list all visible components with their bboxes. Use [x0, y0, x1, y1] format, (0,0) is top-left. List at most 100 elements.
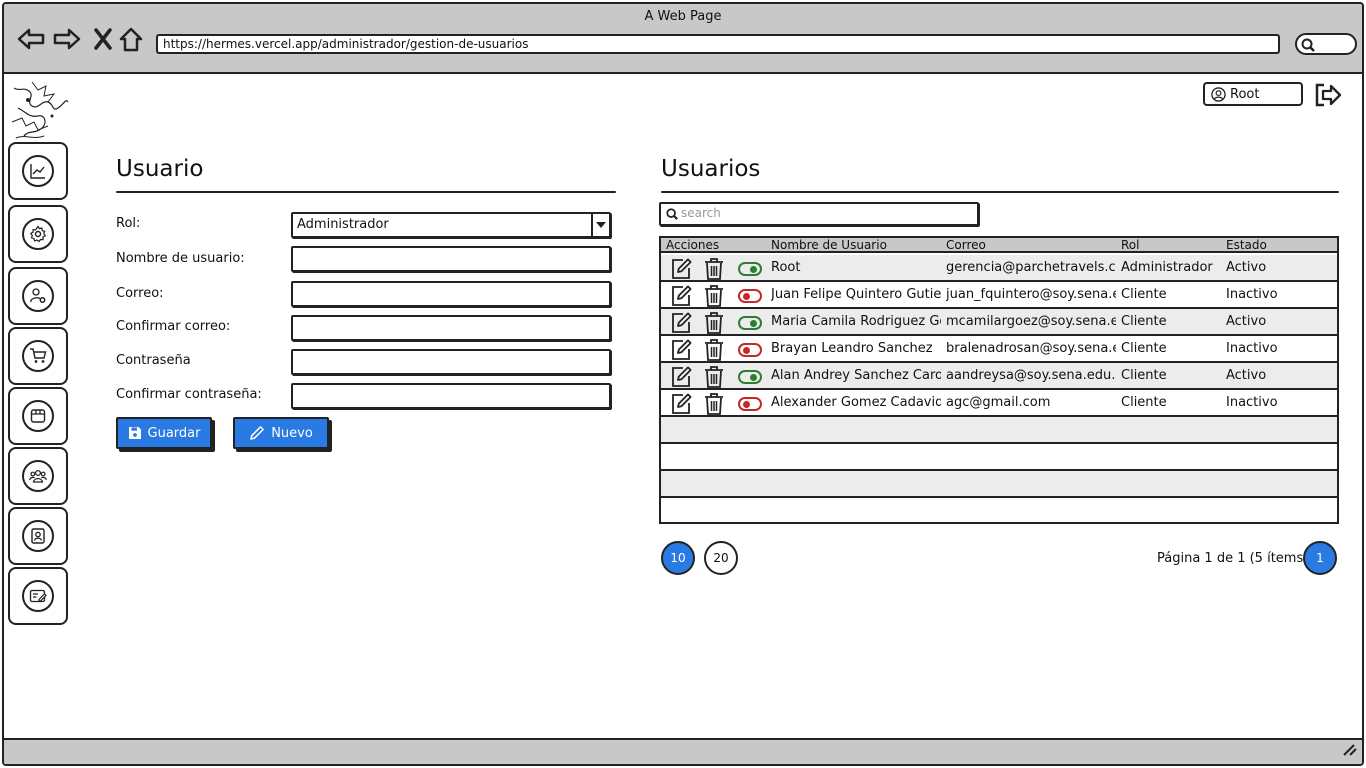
confirm-password-label: Confirmar contraseña:	[116, 387, 262, 402]
role-cell: Cliente	[1121, 287, 1167, 302]
trash-icon[interactable]	[703, 392, 725, 420]
edit-icon[interactable]	[669, 311, 693, 339]
browser-toolbar: A Web Page https://hermes.vercel.app/adm…	[4, 4, 1362, 74]
trash-icon[interactable]	[703, 365, 725, 393]
email-cell: agc@gmail.com	[946, 395, 1051, 410]
email-cell: gerencia@parchetravels.co	[946, 260, 1116, 275]
sidebar-item-settings[interactable]	[8, 205, 68, 263]
chevron-down-icon	[591, 214, 609, 236]
table-row	[661, 444, 1337, 471]
email-input[interactable]	[291, 281, 611, 307]
page-size-10-button[interactable]: 10	[661, 541, 695, 575]
status-toggle[interactable]	[738, 397, 762, 411]
role-cell: Cliente	[1121, 314, 1167, 329]
stop-x-icon[interactable]	[88, 24, 118, 54]
role-cell: Cliente	[1121, 368, 1167, 383]
users-search-placeholder: search	[681, 206, 721, 220]
new-button[interactable]: Nuevo	[233, 417, 329, 449]
rol-select[interactable]: Administrador	[291, 212, 611, 238]
forward-arrow-icon[interactable]	[52, 24, 82, 54]
column-header-actions: Acciones	[666, 238, 720, 252]
role-cell: Cliente	[1121, 395, 1167, 410]
users-group-icon	[29, 469, 47, 483]
pagination-info: Página 1 de 1 (5 ítems)	[1157, 551, 1309, 566]
password-input[interactable]	[291, 349, 611, 375]
resize-grip-icon[interactable]	[1342, 743, 1358, 761]
status-toggle[interactable]	[738, 262, 762, 276]
trash-icon[interactable]	[703, 284, 725, 312]
page-1-button[interactable]: 1	[1303, 541, 1337, 575]
pencil-icon	[249, 425, 265, 441]
status-cell: Activo	[1226, 368, 1267, 383]
status-toggle[interactable]	[738, 289, 762, 303]
page-size-20-button[interactable]: 20	[704, 541, 738, 575]
user-name: Root	[1230, 86, 1260, 102]
email-cell: juan_fquintero@soy.sena.ed	[946, 287, 1116, 302]
users-divider	[661, 191, 1339, 193]
browser-search-field[interactable]	[1295, 33, 1357, 55]
save-button-label: Guardar	[147, 425, 201, 441]
table-row	[661, 498, 1337, 525]
column-header-email: Correo	[946, 238, 986, 252]
table-row	[661, 417, 1337, 444]
edit-icon[interactable]	[669, 284, 693, 312]
table-row: Juan Felipe Quintero Gutierr juan_fquinte…	[661, 282, 1337, 309]
window-title: A Web Page	[644, 9, 722, 24]
edit-icon[interactable]	[669, 257, 693, 285]
edit-icon[interactable]	[669, 365, 693, 393]
logo	[8, 78, 70, 142]
table-row: Brayan Leandro Sanchez bralenadrosan@soy.…	[661, 336, 1337, 363]
column-header-role: Rol	[1121, 238, 1140, 252]
status-toggle[interactable]	[738, 316, 762, 330]
new-button-label: Nuevo	[271, 425, 313, 441]
confirm-password-input[interactable]	[291, 383, 611, 409]
id-card-edit-icon	[29, 589, 47, 603]
edit-icon[interactable]	[669, 392, 693, 420]
browser-status-bar	[4, 738, 1362, 764]
user-name-cell: Juan Felipe Quintero Gutierr	[771, 287, 941, 302]
users-title: Usuarios	[661, 156, 761, 182]
column-header-status: Estado	[1226, 238, 1267, 252]
trash-icon[interactable]	[703, 257, 725, 285]
home-icon[interactable]	[116, 24, 146, 54]
form-divider	[116, 191, 616, 193]
username-label: Nombre de usuario:	[116, 251, 245, 266]
trash-icon[interactable]	[703, 338, 725, 366]
package-icon	[30, 409, 46, 423]
user-name-cell: Root	[771, 260, 801, 275]
sidebar-item-products[interactable]	[8, 387, 68, 445]
user-settings-icon	[29, 288, 46, 303]
save-button[interactable]: Guardar	[116, 417, 212, 449]
user-menu-button[interactable]: Root	[1203, 82, 1303, 106]
back-arrow-icon[interactable]	[16, 24, 46, 54]
status-toggle[interactable]	[738, 343, 762, 357]
form-title: Usuario	[116, 156, 204, 182]
user-name-cell: Alan Andrey Sanchez Caro	[771, 368, 941, 383]
table-row	[661, 471, 1337, 498]
cart-icon	[30, 348, 47, 363]
trash-icon[interactable]	[703, 311, 725, 339]
table-header: Acciones Nombre de Usuario Correo Rol Es…	[661, 238, 1337, 253]
sidebar-item-contacts[interactable]	[8, 507, 68, 565]
edit-icon[interactable]	[669, 338, 693, 366]
sidebar-item-user-management[interactable]	[8, 267, 68, 325]
url-bar[interactable]: https://hermes.vercel.app/administrador/…	[156, 34, 1280, 54]
users-search-input[interactable]: search	[659, 202, 979, 226]
username-input[interactable]	[291, 246, 611, 272]
logout-icon[interactable]	[1314, 82, 1342, 108]
role-cell: Administrador	[1121, 260, 1213, 275]
table-row: Alan Andrey Sanchez Caro aandreysa@soy.se…	[661, 363, 1337, 390]
search-icon	[1301, 38, 1315, 52]
sidebar-item-clients[interactable]	[8, 447, 68, 505]
status-cell: Activo	[1226, 314, 1267, 329]
search-icon	[666, 208, 678, 220]
sidebar-item-dashboard[interactable]	[8, 142, 68, 200]
sidebar-item-sales[interactable]	[8, 327, 68, 385]
sidebar-item-reports[interactable]	[8, 567, 68, 625]
confirm-email-input[interactable]	[291, 315, 611, 341]
status-cell: Activo	[1226, 260, 1267, 275]
email-cell: mcamilargoez@soy.sena.ed	[946, 314, 1116, 329]
status-toggle[interactable]	[738, 370, 762, 384]
password-label: Contraseña	[116, 353, 191, 368]
table-row: Alexander Gomez Cadavid agc@gmail.com Clie…	[661, 390, 1337, 417]
